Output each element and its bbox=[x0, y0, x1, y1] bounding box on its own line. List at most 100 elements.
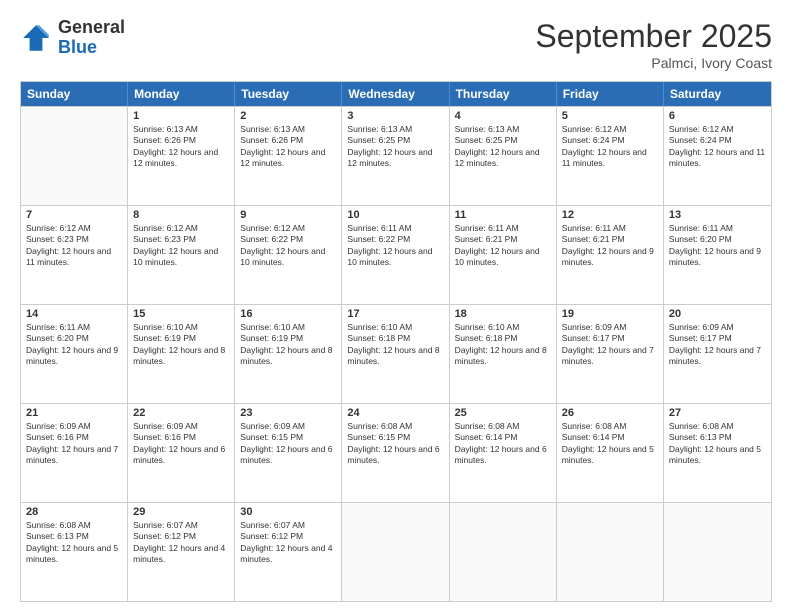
calendar-cell-8: 8 Sunrise: 6:12 AM Sunset: 6:23 PM Daylig… bbox=[128, 206, 235, 304]
day-info: Sunrise: 6:09 AM Sunset: 6:17 PM Dayligh… bbox=[669, 322, 766, 368]
day-info: Sunrise: 6:11 AM Sunset: 6:22 PM Dayligh… bbox=[347, 223, 443, 269]
day-info: Sunrise: 6:09 AM Sunset: 6:16 PM Dayligh… bbox=[133, 421, 229, 467]
calendar-cell-17: 17 Sunrise: 6:10 AM Sunset: 6:18 PM Dayli… bbox=[342, 305, 449, 403]
header-day-monday: Monday bbox=[128, 82, 235, 106]
day-number: 12 bbox=[562, 209, 658, 221]
day-number: 26 bbox=[562, 407, 658, 419]
calendar-header: SundayMondayTuesdayWednesdayThursdayFrid… bbox=[21, 82, 771, 106]
title-area: September 2025 Palmci, Ivory Coast bbox=[535, 18, 772, 71]
day-info: Sunrise: 6:08 AM Sunset: 6:14 PM Dayligh… bbox=[455, 421, 551, 467]
day-number: 25 bbox=[455, 407, 551, 419]
day-number: 24 bbox=[347, 407, 443, 419]
calendar-cell-6: 6Sunrise: 6:12 AM Sunset: 6:24 PM Daylig… bbox=[664, 107, 771, 205]
day-number: 13 bbox=[669, 209, 766, 221]
calendar-cell-21: 21Sunrise: 6:09 AM Sunset: 6:16 PM Dayli… bbox=[21, 404, 128, 502]
location-subtitle: Palmci, Ivory Coast bbox=[535, 55, 772, 71]
day-number: 29 bbox=[133, 506, 229, 518]
day-info: Sunrise: 6:07 AM Sunset: 6:12 PM Dayligh… bbox=[133, 520, 229, 566]
calendar-cell-19: 19 Sunrise: 6:09 AM Sunset: 6:17 PM Dayli… bbox=[557, 305, 664, 403]
calendar: SundayMondayTuesdayWednesdayThursdayFrid… bbox=[20, 81, 772, 602]
page: General Blue September 2025 Palmci, Ivor… bbox=[0, 0, 792, 612]
header: General Blue September 2025 Palmci, Ivor… bbox=[20, 18, 772, 71]
day-info: Sunrise: 6:08 AM Sunset: 6:13 PM Dayligh… bbox=[669, 421, 766, 467]
calendar-cell-empty-0 bbox=[21, 107, 128, 205]
day-info: Sunrise: 6:10 AM Sunset: 6:18 PM Dayligh… bbox=[347, 322, 443, 368]
day-info: Sunrise: 6:10 AM Sunset: 6:18 PM Dayligh… bbox=[455, 322, 551, 368]
calendar-cell-5: 5Sunrise: 6:12 AM Sunset: 6:24 PM Daylig… bbox=[557, 107, 664, 205]
day-info: Sunrise: 6:11 AM Sunset: 6:21 PM Dayligh… bbox=[455, 223, 551, 269]
day-number: 3 bbox=[347, 110, 443, 122]
calendar-cell-14: 14Sunrise: 6:11 AM Sunset: 6:20 PM Dayli… bbox=[21, 305, 128, 403]
day-number: 10 bbox=[347, 209, 443, 221]
day-number: 18 bbox=[455, 308, 551, 320]
day-info: Sunrise: 6:09 AM Sunset: 6:15 PM Dayligh… bbox=[240, 421, 336, 467]
calendar-cell-empty-5 bbox=[557, 503, 664, 601]
calendar-cell-16: 16Sunrise: 6:10 AM Sunset: 6:19 PM Dayli… bbox=[235, 305, 342, 403]
day-number: 8 bbox=[133, 209, 229, 221]
day-number: 6 bbox=[669, 110, 766, 122]
day-info: Sunrise: 6:13 AM Sunset: 6:26 PM Dayligh… bbox=[240, 124, 336, 170]
day-info: Sunrise: 6:12 AM Sunset: 6:22 PM Dayligh… bbox=[240, 223, 336, 269]
day-number: 17 bbox=[347, 308, 443, 320]
logo: General Blue bbox=[20, 18, 125, 58]
calendar-cell-30: 30 Sunrise: 6:07 AM Sunset: 6:12 PM Dayli… bbox=[235, 503, 342, 601]
calendar-cell-11: 11 Sunrise: 6:11 AM Sunset: 6:21 PM Dayli… bbox=[450, 206, 557, 304]
calendar-cell-empty-4 bbox=[450, 503, 557, 601]
logo-blue-text: Blue bbox=[58, 38, 125, 58]
calendar-cell-10: 10 Sunrise: 6:11 AM Sunset: 6:22 PM Dayli… bbox=[342, 206, 449, 304]
logo-general-text: General bbox=[58, 18, 125, 38]
month-title: September 2025 bbox=[535, 18, 772, 55]
day-number: 15 bbox=[133, 308, 229, 320]
calendar-cell-25: 25 Sunrise: 6:08 AM Sunset: 6:14 PM Dayli… bbox=[450, 404, 557, 502]
calendar-cell-15: 15 Sunrise: 6:10 AM Sunset: 6:19 PM Dayli… bbox=[128, 305, 235, 403]
day-number: 20 bbox=[669, 308, 766, 320]
day-info: Sunrise: 6:12 AM Sunset: 6:23 PM Dayligh… bbox=[133, 223, 229, 269]
calendar-cell-7: 7Sunrise: 6:12 AM Sunset: 6:23 PM Daylig… bbox=[21, 206, 128, 304]
header-day-friday: Friday bbox=[557, 82, 664, 106]
day-number: 30 bbox=[240, 506, 336, 518]
day-number: 19 bbox=[562, 308, 658, 320]
day-info: Sunrise: 6:09 AM Sunset: 6:17 PM Dayligh… bbox=[562, 322, 658, 368]
calendar-cell-26: 26 Sunrise: 6:08 AM Sunset: 6:14 PM Dayli… bbox=[557, 404, 664, 502]
day-number: 2 bbox=[240, 110, 336, 122]
calendar-cell-2: 2 Sunrise: 6:13 AM Sunset: 6:26 PM Daylig… bbox=[235, 107, 342, 205]
calendar-cell-18: 18 Sunrise: 6:10 AM Sunset: 6:18 PM Dayli… bbox=[450, 305, 557, 403]
calendar-cell-28: 28Sunrise: 6:08 AM Sunset: 6:13 PM Dayli… bbox=[21, 503, 128, 601]
day-info: Sunrise: 6:13 AM Sunset: 6:26 PM Dayligh… bbox=[133, 124, 229, 170]
calendar-cell-empty-3 bbox=[342, 503, 449, 601]
day-info: Sunrise: 6:13 AM Sunset: 6:25 PM Dayligh… bbox=[347, 124, 443, 170]
day-info: Sunrise: 6:08 AM Sunset: 6:14 PM Dayligh… bbox=[562, 421, 658, 467]
day-info: Sunrise: 6:08 AM Sunset: 6:13 PM Dayligh… bbox=[26, 520, 122, 566]
calendar-cell-1: 1 Sunrise: 6:13 AM Sunset: 6:26 PM Daylig… bbox=[128, 107, 235, 205]
calendar-row-3: 14Sunrise: 6:11 AM Sunset: 6:20 PM Dayli… bbox=[21, 304, 771, 403]
day-number: 23 bbox=[240, 407, 336, 419]
calendar-body: 1 Sunrise: 6:13 AM Sunset: 6:26 PM Daylig… bbox=[21, 106, 771, 601]
day-number: 5 bbox=[562, 110, 658, 122]
calendar-cell-27: 27 Sunrise: 6:08 AM Sunset: 6:13 PM Dayli… bbox=[664, 404, 771, 502]
logo-text: General Blue bbox=[58, 18, 125, 58]
day-number: 16 bbox=[240, 308, 336, 320]
calendar-cell-20: 20 Sunrise: 6:09 AM Sunset: 6:17 PM Dayli… bbox=[664, 305, 771, 403]
header-day-wednesday: Wednesday bbox=[342, 82, 449, 106]
day-info: Sunrise: 6:11 AM Sunset: 6:20 PM Dayligh… bbox=[669, 223, 766, 269]
day-info: Sunrise: 6:10 AM Sunset: 6:19 PM Dayligh… bbox=[133, 322, 229, 368]
day-info: Sunrise: 6:11 AM Sunset: 6:21 PM Dayligh… bbox=[562, 223, 658, 269]
calendar-row-1: 1 Sunrise: 6:13 AM Sunset: 6:26 PM Daylig… bbox=[21, 106, 771, 205]
day-info: Sunrise: 6:13 AM Sunset: 6:25 PM Dayligh… bbox=[455, 124, 551, 170]
day-number: 22 bbox=[133, 407, 229, 419]
calendar-cell-empty-6 bbox=[664, 503, 771, 601]
header-day-saturday: Saturday bbox=[664, 82, 771, 106]
day-number: 27 bbox=[669, 407, 766, 419]
calendar-cell-9: 9 Sunrise: 6:12 AM Sunset: 6:22 PM Daylig… bbox=[235, 206, 342, 304]
calendar-cell-4: 4Sunrise: 6:13 AM Sunset: 6:25 PM Daylig… bbox=[450, 107, 557, 205]
day-info: Sunrise: 6:07 AM Sunset: 6:12 PM Dayligh… bbox=[240, 520, 336, 566]
calendar-cell-12: 12 Sunrise: 6:11 AM Sunset: 6:21 PM Dayli… bbox=[557, 206, 664, 304]
day-number: 14 bbox=[26, 308, 122, 320]
calendar-cell-23: 23 Sunrise: 6:09 AM Sunset: 6:15 PM Dayli… bbox=[235, 404, 342, 502]
day-info: Sunrise: 6:08 AM Sunset: 6:15 PM Dayligh… bbox=[347, 421, 443, 467]
day-number: 11 bbox=[455, 209, 551, 221]
calendar-row-2: 7Sunrise: 6:12 AM Sunset: 6:23 PM Daylig… bbox=[21, 205, 771, 304]
logo-icon bbox=[20, 22, 52, 54]
day-number: 1 bbox=[133, 110, 229, 122]
day-number: 9 bbox=[240, 209, 336, 221]
